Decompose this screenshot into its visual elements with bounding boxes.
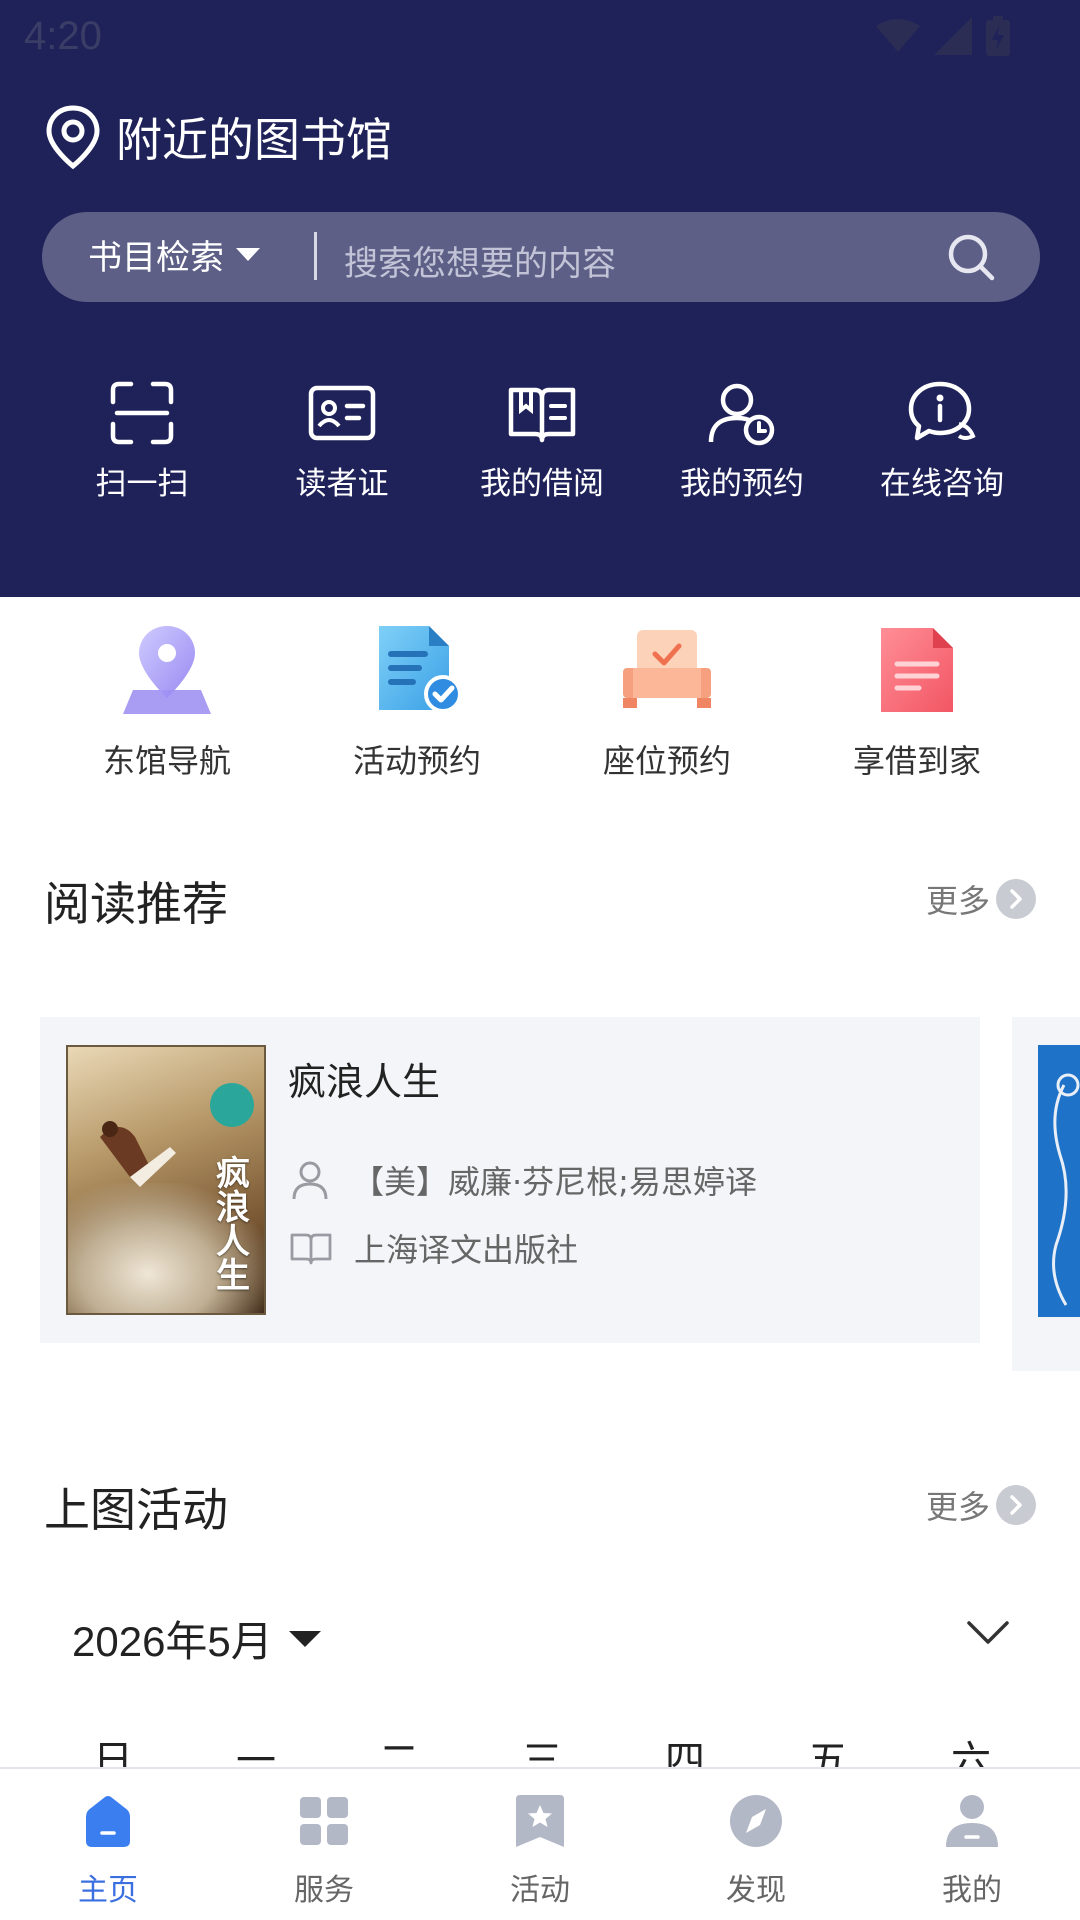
weekday-fri: 五: [808, 1738, 848, 1768]
quick-scan-label: 扫一扫: [95, 466, 189, 502]
service-home-delivery-label: 享借到家: [852, 742, 981, 780]
search-divider: [314, 232, 317, 280]
wifi-icon: [876, 19, 920, 52]
status-icons: [876, 16, 1010, 56]
weekday-wed: 三: [522, 1738, 562, 1768]
activities-section-title: 上图活动: [44, 1483, 228, 1537]
quick-online-consult[interactable]: 在线咨询: [842, 380, 1042, 503]
service-activity-booking[interactable]: 活动预约: [317, 620, 517, 782]
book-publisher: 上海译文出版社: [354, 1231, 579, 1269]
borrow-book-icon: [508, 387, 576, 443]
chevron-right-icon: [996, 879, 1036, 919]
search-input[interactable]: 搜索您想要的内容: [344, 236, 616, 285]
book-title: 疯浪人生: [288, 1060, 441, 1104]
status-bar: 4:20: [0, 0, 1080, 72]
service-east-library-nav[interactable]: 东馆导航: [67, 620, 267, 782]
calendar-weekdays: 日 一 二 三 四 五 六: [0, 1728, 1080, 1768]
next-book-card[interactable]: [1012, 1017, 1080, 1371]
cover-badge: [210, 1083, 254, 1127]
reservation-icon: [708, 383, 775, 446]
caret-down-icon: [288, 1630, 321, 1647]
chevron-down-icon[interactable]: [966, 1618, 1010, 1648]
weekday-sat: 六: [951, 1738, 991, 1768]
book-author: 【美】威廉·芬尼根;易思婷译: [352, 1163, 757, 1201]
quick-reader-card[interactable]: 读者证: [242, 380, 442, 503]
book-cover-image: 疯浪人生: [66, 1045, 266, 1315]
tab-services[interactable]: 服务: [224, 1791, 424, 1909]
scan-icon: [110, 381, 174, 445]
weekday-thu: 四: [665, 1738, 705, 1768]
bottom-tab-bar: 主页 服务 活动 发现 我的: [0, 1767, 1080, 1920]
home-icon: [86, 1796, 130, 1847]
profile-icon: [946, 1795, 998, 1847]
tab-services-label: 服务: [294, 1873, 354, 1908]
search-bar[interactable]: 书目检索 搜索您想要的内容: [42, 212, 1040, 302]
reading-more-button[interactable]: 更多: [926, 876, 1036, 922]
weekday-mon: 一: [236, 1738, 276, 1768]
battery-icon: [986, 16, 1010, 56]
location-pin-icon: [46, 105, 100, 170]
activities-more-button[interactable]: 更多: [926, 1482, 1036, 1528]
quick-my-borrow-label: 我的借阅: [480, 466, 604, 502]
seat-icon: [623, 630, 711, 708]
tab-activities[interactable]: 活动: [440, 1791, 640, 1909]
search-icon[interactable]: [946, 232, 996, 282]
location-label: 附近的图书馆: [116, 113, 392, 167]
cover-title: 疯浪人生: [216, 1154, 250, 1296]
quick-actions: 扫一扫 读者证 我的借阅 我的预约 在线咨询: [0, 380, 1080, 510]
quick-my-borrow[interactable]: 我的借阅: [442, 380, 642, 503]
service-seat-booking-label: 座位预约: [602, 742, 731, 780]
service-seat-booking[interactable]: 座位预约: [567, 620, 767, 782]
reader-card-icon: [308, 385, 376, 441]
next-book-cover: [1038, 1045, 1080, 1317]
service-east-library-nav-label: 东馆导航: [102, 742, 231, 780]
map-pin-icon: [123, 626, 211, 714]
tab-home-label: 主页: [78, 1873, 138, 1908]
quick-reader-card-label: 读者证: [295, 466, 389, 502]
weekday-sun: 日: [93, 1738, 133, 1768]
service-tiles: 东馆导航 活动预约 座位预约 享借到家: [0, 620, 1080, 790]
status-time: 4:20: [24, 14, 102, 58]
tab-mine-label: 我的: [942, 1873, 1002, 1908]
person-icon: [292, 1161, 328, 1200]
doc-check-icon: [379, 626, 462, 713]
service-activity-booking-label: 活动预约: [352, 742, 481, 780]
book-card[interactable]: 疯浪人生 疯浪人生 【美】威廉·芬尼根;易思婷译 上海译文出版社: [40, 1017, 980, 1343]
book-author-row: 【美】威廉·芬尼根;易思婷译: [290, 1157, 757, 1203]
weekday-tue: 二: [379, 1738, 419, 1768]
open-book-icon: [290, 1233, 332, 1265]
quick-my-reservation[interactable]: 我的预约: [642, 380, 842, 503]
compass-icon: [730, 1795, 782, 1847]
surfer-illustration: [100, 1121, 176, 1187]
quick-scan[interactable]: 扫一扫: [42, 380, 242, 503]
search-type-label: 书目检索: [88, 238, 224, 278]
consult-chat-icon: [908, 381, 976, 441]
tab-activities-label: 活动: [510, 1873, 570, 1908]
quick-my-reservation-label: 我的预约: [680, 466, 804, 502]
tab-discover[interactable]: 发现: [656, 1791, 856, 1909]
activity-star-icon: [516, 1795, 564, 1847]
month-label: 2026年5月: [72, 1618, 273, 1665]
book-publisher-row: 上海译文出版社: [290, 1225, 578, 1271]
reading-more-label: 更多: [925, 882, 990, 920]
delivery-doc-icon: [881, 628, 953, 712]
service-home-delivery[interactable]: 享借到家: [817, 620, 1017, 782]
grid-icon: [300, 1797, 348, 1845]
nearby-library[interactable]: 附近的图书馆: [44, 104, 392, 170]
search-type-dropdown[interactable]: 书目检索: [88, 230, 262, 279]
tab-discover-label: 发现: [726, 1873, 786, 1908]
activities-more-label: 更多: [925, 1488, 990, 1526]
signal-icon: [934, 17, 972, 55]
header-panel: 4:20 附近的图书馆 书目检索 搜索您想要的内容 扫一扫 读者证 我的借阅 我…: [0, 0, 1080, 597]
quick-online-consult-label: 在线咨询: [880, 466, 1004, 502]
caret-down-icon: [236, 247, 260, 261]
chevron-right-icon: [996, 1485, 1036, 1525]
tab-home[interactable]: 主页: [8, 1791, 208, 1909]
reading-section-title: 阅读推荐: [44, 877, 228, 931]
month-picker[interactable]: 2026年5月: [72, 1608, 323, 1669]
tab-mine[interactable]: 我的: [872, 1791, 1072, 1909]
